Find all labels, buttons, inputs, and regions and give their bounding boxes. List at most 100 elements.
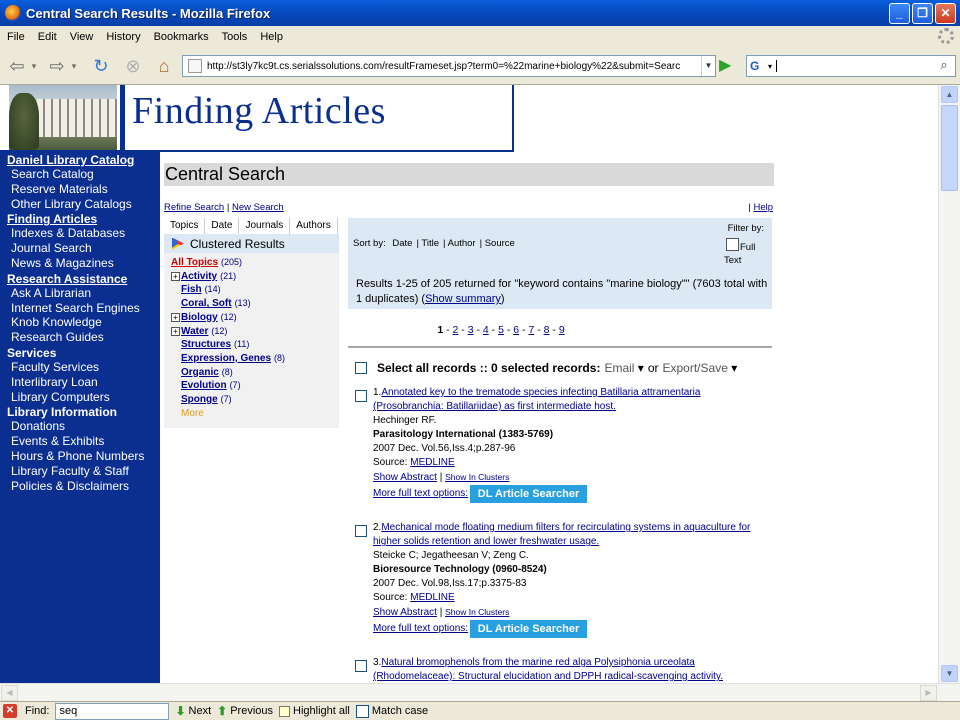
topic-item[interactable]: Expression, Genes (8) — [171, 352, 339, 366]
show-abstract-link[interactable]: Show Abstract — [373, 472, 437, 483]
match-case-toggle[interactable]: Match case — [355, 704, 428, 718]
sidebar-item-interlibrary-loan[interactable]: Interlibrary Loan — [11, 375, 160, 390]
horizontal-scrollbar[interactable]: ◀ ▶ — [0, 683, 960, 701]
menu-history[interactable]: History — [106, 31, 140, 43]
search-icon[interactable]: ⌕ — [934, 57, 954, 75]
select-all-checkbox[interactable] — [355, 362, 367, 374]
dl-article-searcher-button[interactable]: DL Article Searcher — [470, 620, 588, 638]
topic-item[interactable]: Sponge (7) — [171, 393, 339, 407]
record-title-link[interactable]: Annotated key to the trematode species i… — [373, 387, 700, 412]
expand-plus-icon[interactable]: + — [171, 326, 180, 336]
sidebar-item-donations[interactable]: Donations — [11, 419, 160, 434]
menu-bookmarks[interactable]: Bookmarks — [154, 31, 209, 43]
url-bar[interactable]: ▼ — [182, 55, 716, 77]
full-text-checkbox[interactable] — [726, 238, 739, 251]
sidebar-item-library-computers[interactable]: Library Computers — [11, 390, 160, 405]
export-save-dropdown[interactable]: Export/Save ▾ — [663, 361, 738, 375]
menu-edit[interactable]: Edit — [38, 31, 57, 43]
show-in-clusters-link[interactable]: Show In Clusters — [445, 607, 509, 617]
home-icon[interactable]: ⌂ — [151, 55, 177, 77]
sidebar-item-research-guides[interactable]: Research Guides — [11, 330, 160, 345]
topic-name[interactable]: Organic — [181, 366, 219, 380]
show-summary-link[interactable]: Show summary — [425, 293, 501, 305]
close-button[interactable]: ✕ — [935, 3, 956, 24]
source-link[interactable]: MEDLINE — [410, 592, 454, 603]
sidebar-item-indexes[interactable]: Indexes & Databases — [11, 226, 160, 241]
topic-name[interactable]: Sponge — [181, 393, 218, 407]
refine-search-link[interactable]: Refine Search — [164, 202, 224, 213]
page-link[interactable]: 9 — [559, 324, 565, 336]
page-link[interactable]: 2 — [453, 324, 459, 336]
sidebar-heading-research[interactable]: Research Assistance — [7, 272, 160, 286]
maximize-button[interactable]: ❐ — [912, 3, 933, 24]
topic-item[interactable]: + Water (12) — [171, 325, 339, 339]
topic-item[interactable]: + Activity (21) — [171, 270, 339, 284]
close-find-icon[interactable]: ✕ — [3, 704, 17, 718]
topic-name[interactable]: Activity — [181, 270, 217, 284]
page-link[interactable]: 5 — [498, 324, 504, 336]
topic-name[interactable]: Coral, Soft — [181, 297, 232, 311]
url-input[interactable] — [207, 60, 687, 72]
back-dropdown-icon[interactable]: ▾ — [28, 55, 40, 77]
sidebar-item-knob-knowledge[interactable]: Knob Knowledge — [11, 315, 160, 330]
topic-name[interactable]: All Topics — [171, 256, 218, 270]
topic-item[interactable]: + Biology (12) — [171, 311, 339, 325]
minimize-button[interactable]: _ — [889, 3, 910, 24]
go-arrow-icon[interactable]: ▶ — [719, 57, 737, 75]
expand-plus-icon[interactable]: + — [171, 313, 180, 323]
topic-name[interactable]: Water — [181, 325, 208, 339]
topic-item[interactable]: More — [171, 407, 339, 421]
back-arrow-icon[interactable]: ⇦ — [4, 55, 30, 77]
topic-item[interactable]: Coral, Soft (13) — [171, 297, 339, 311]
find-next-button[interactable]: ⬇ Next — [175, 704, 211, 718]
topic-name[interactable]: Biology — [181, 311, 218, 325]
sidebar-item-faculty-staff[interactable]: Library Faculty & Staff — [11, 464, 160, 479]
menu-file[interactable]: File — [7, 31, 25, 43]
sort-date-link[interactable]: Date — [392, 238, 412, 249]
web-search-box[interactable]: G ▾ ⌕ — [746, 55, 956, 77]
record-title-link[interactable]: Natural bromophenols from the marine red… — [373, 657, 723, 682]
topic-name[interactable]: Expression, Genes — [181, 352, 271, 366]
forward-dropdown-icon[interactable]: ▾ — [68, 55, 80, 77]
show-abstract-link[interactable]: Show Abstract — [373, 607, 437, 618]
topic-item[interactable]: Organic (8) — [171, 366, 339, 380]
topic-item[interactable]: Structures (11) — [171, 338, 339, 352]
sidebar-item-hours[interactable]: Hours & Phone Numbers — [11, 449, 160, 464]
web-search-input[interactable] — [776, 60, 925, 72]
page-link[interactable]: 6 — [513, 324, 519, 336]
topic-item[interactable]: Fish (14) — [171, 283, 339, 297]
sidebar-item-faculty-services[interactable]: Faculty Services — [11, 360, 160, 375]
url-dropdown-icon[interactable]: ▼ — [701, 56, 715, 76]
sidebar-item-other-catalogs[interactable]: Other Library Catalogs — [11, 197, 160, 212]
expand-plus-icon[interactable]: + — [171, 272, 180, 282]
show-in-clusters-link[interactable]: Show In Clusters — [445, 472, 509, 482]
sidebar-item-journal-search[interactable]: Journal Search — [11, 241, 160, 256]
help-link[interactable]: Help — [753, 202, 773, 213]
sidebar-item-news[interactable]: News & Magazines — [11, 256, 160, 271]
new-search-link[interactable]: New Search — [232, 202, 284, 213]
sidebar-item-policies[interactable]: Policies & Disclaimers — [11, 479, 160, 494]
topic-item[interactable]: All Topics (205) — [171, 256, 339, 270]
more-options-link[interactable]: More full text options: — [373, 622, 468, 636]
menu-help[interactable]: Help — [260, 31, 283, 43]
sidebar-item-search-engines[interactable]: Internet Search Engines — [11, 301, 160, 316]
sort-title-link[interactable]: Title — [421, 238, 439, 249]
tab-authors[interactable]: Authors — [290, 218, 338, 234]
scroll-left-icon[interactable]: ◀ — [1, 685, 18, 701]
scroll-down-icon[interactable]: ▼ — [941, 665, 958, 682]
more-options-link[interactable]: More full text options: — [373, 487, 468, 501]
topic-item[interactable]: Evolution (7) — [171, 379, 339, 393]
scroll-right-icon[interactable]: ▶ — [920, 685, 937, 701]
stop-icon[interactable]: ⊗ — [120, 55, 146, 77]
page-link[interactable]: 7 — [528, 324, 534, 336]
page-link[interactable]: 8 — [544, 324, 550, 336]
vertical-scrollbar[interactable]: ▲ ▼ — [938, 85, 960, 683]
record-checkbox[interactable] — [355, 660, 367, 672]
sidebar-heading-finding-articles[interactable]: Finding Articles — [7, 212, 160, 226]
more-topics-link[interactable]: More — [181, 407, 204, 421]
highlight-all-button[interactable]: Highlight all — [279, 705, 350, 717]
sidebar-item-search-catalog[interactable]: Search Catalog — [11, 167, 160, 182]
sidebar-item-ask-librarian[interactable]: Ask A Librarian — [11, 286, 160, 301]
sort-author-link[interactable]: Author — [448, 238, 476, 249]
find-input[interactable] — [55, 702, 170, 720]
